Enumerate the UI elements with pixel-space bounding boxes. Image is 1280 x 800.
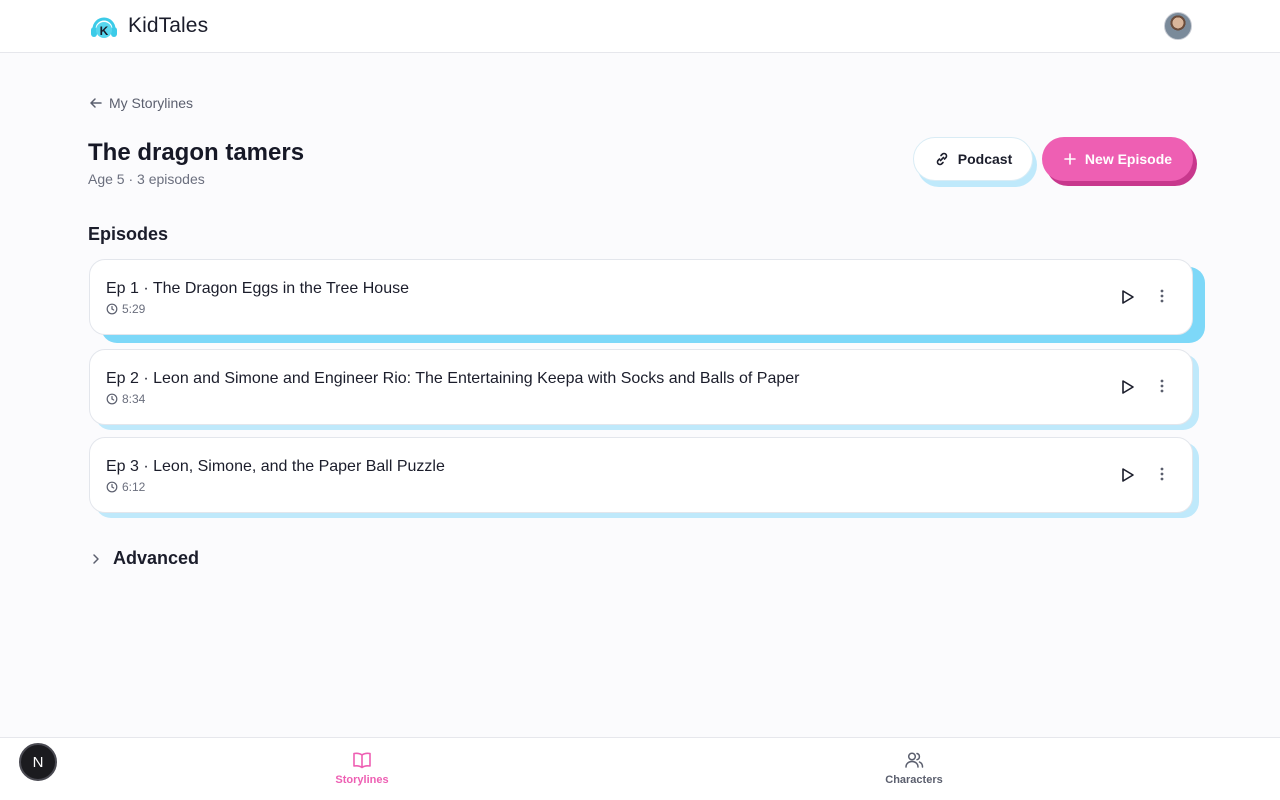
episode-card-2[interactable]: Ep 2 · Leon and Simone and Engineer Rio:… — [89, 349, 1193, 425]
top-bar: K KidTales — [0, 0, 1280, 53]
episode-card-3[interactable]: Ep 3 · Leon, Simone, and the Paper Ball … — [89, 437, 1193, 513]
arrow-left-icon — [90, 98, 102, 108]
more-vertical-icon[interactable] — [1153, 465, 1171, 483]
episode-duration-value: 5:29 — [122, 302, 146, 316]
clock-icon — [106, 393, 118, 405]
nav-storylines[interactable]: Storylines — [302, 749, 422, 786]
plus-icon — [1064, 153, 1076, 165]
nav-characters-label: Characters — [885, 774, 943, 786]
clock-icon — [106, 481, 118, 493]
play-icon[interactable] — [1118, 466, 1136, 484]
podcast-button[interactable]: Podcast — [913, 137, 1033, 181]
advanced-label: Advanced — [113, 548, 200, 568]
more-vertical-icon[interactable] — [1153, 287, 1171, 305]
play-icon[interactable] — [1118, 288, 1136, 306]
chevron-right-icon — [93, 553, 99, 564]
new-episode-button[interactable]: New Episode — [1042, 137, 1193, 181]
nav-characters[interactable]: Characters — [854, 749, 974, 786]
play-icon[interactable] — [1118, 378, 1136, 396]
episode-duration: 6:12 — [106, 480, 145, 494]
episode-title: Ep 3 · Leon, Simone, and the Paper Ball … — [106, 458, 445, 475]
book-open-icon — [353, 752, 371, 769]
dev-tools-button[interactable]: N — [19, 743, 57, 781]
episode-duration-value: 6:12 — [122, 480, 146, 494]
page-title: The dragon tamers — [88, 139, 305, 166]
avatar[interactable] — [1164, 12, 1192, 40]
back-link-label: My Storylines — [109, 95, 194, 111]
advanced-toggle[interactable]: Advanced — [89, 548, 199, 569]
kidtales-logo-icon[interactable]: K — [89, 12, 119, 42]
episode-title: Ep 1 · The Dragon Eggs in the Tree House — [106, 280, 409, 297]
episode-duration: 8:34 — [106, 392, 145, 406]
clock-icon — [106, 303, 118, 315]
episode-duration: 5:29 — [106, 302, 145, 316]
episode-duration-value: 8:34 — [122, 392, 146, 406]
nav-storylines-label: Storylines — [335, 774, 389, 786]
episode-card-1[interactable]: Ep 1 · The Dragon Eggs in the Tree House… — [89, 259, 1193, 335]
episode-title: Ep 2 · Leon and Simone and Engineer Rio:… — [106, 370, 800, 387]
new-episode-button-label: New Episode — [1084, 151, 1173, 167]
link-icon — [936, 152, 948, 166]
svg-text:K: K — [100, 24, 109, 38]
more-vertical-icon[interactable] — [1153, 377, 1171, 395]
bottom-nav: Storylines Characters — [0, 737, 1280, 800]
users-icon — [905, 752, 924, 768]
app-name[interactable]: KidTales — [128, 14, 208, 38]
storyline-meta: Age 5 · 3 episodes — [88, 171, 205, 187]
episodes-heading: Episodes — [88, 224, 169, 244]
podcast-button-label: Podcast — [957, 151, 1013, 167]
back-to-storylines-link[interactable]: My Storylines — [89, 95, 193, 111]
